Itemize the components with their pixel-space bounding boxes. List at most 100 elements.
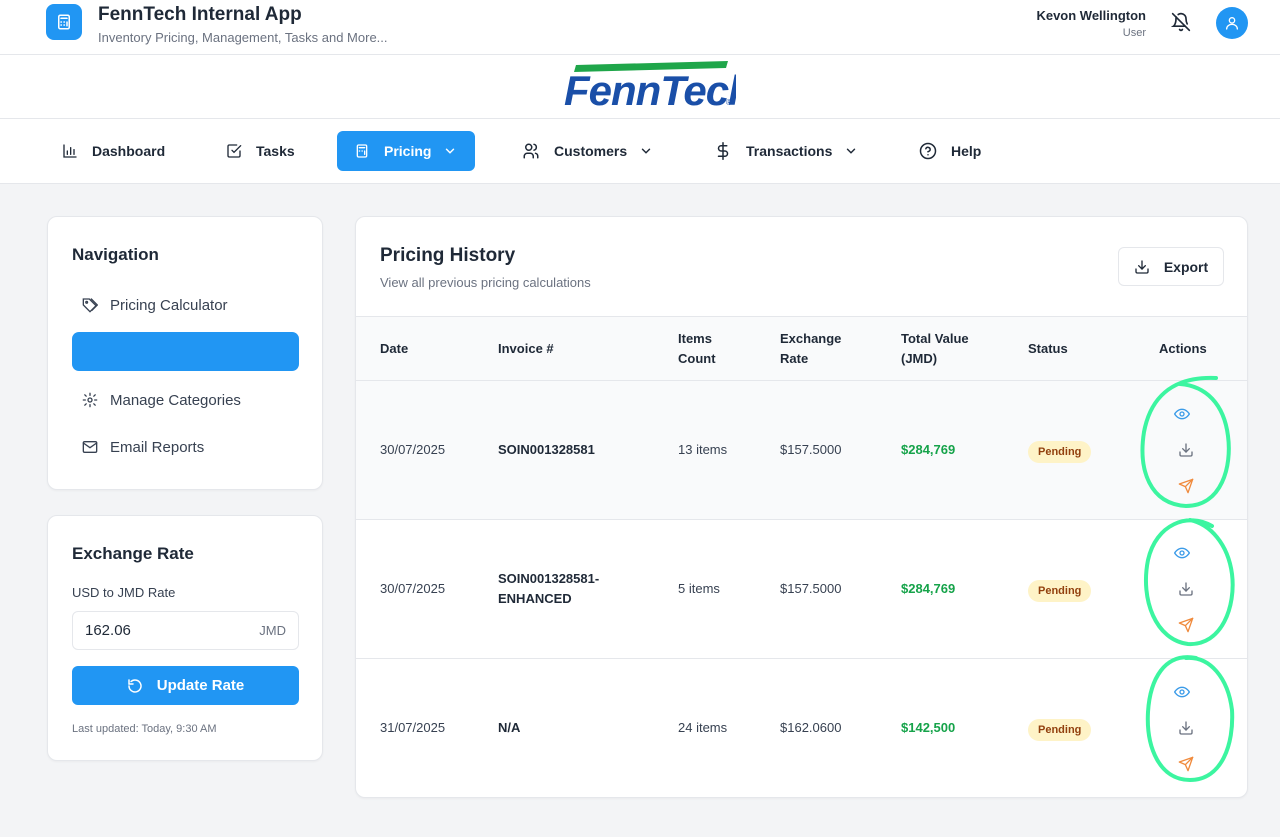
calculator-icon — [356, 144, 368, 158]
nav-transactions[interactable]: Transactions — [714, 131, 858, 171]
row-invoice: N/A — [498, 718, 520, 738]
app-subtitle: Inventory Pricing, Management, Tasks and… — [98, 30, 388, 45]
nav-pricing-label: Pricing — [384, 143, 432, 159]
sidebar-item-pricing-calculator[interactable]: Pricing Calculator — [82, 293, 228, 317]
last-updated: Last updated: Today, 9:30 AM — [72, 723, 217, 735]
sidebar-item-active[interactable] — [72, 332, 299, 371]
col-invoice: Invoice # — [498, 341, 554, 356]
user-role: User — [1122, 27, 1146, 39]
nav-customers-label: Customers — [554, 143, 628, 159]
rate-value: 162.06 — [85, 622, 131, 639]
row-items: 24 items — [678, 720, 728, 735]
table-header: Date Invoice # Items Count Exchange Rate… — [356, 316, 1247, 380]
nav-transactions-label: Transactions — [746, 143, 833, 159]
col-items-line2: Count — [678, 351, 716, 366]
row-date: 31/07/2025 — [380, 720, 446, 735]
sidebar-item-label: Email Reports — [110, 438, 205, 456]
col-items-line1: Items — [678, 331, 712, 346]
nav-dashboard-label: Dashboard — [92, 143, 166, 159]
history-title: Pricing History — [380, 245, 516, 266]
avatar[interactable] — [1216, 7, 1248, 39]
exchange-rate-card: Exchange Rate USD to JMD Rate 162.06 JMD… — [47, 515, 323, 761]
sidebar-item-label: Pricing Calculator — [110, 296, 228, 314]
dollar-icon — [717, 142, 729, 160]
eye-icon[interactable] — [1173, 544, 1191, 562]
help-circle-icon — [919, 142, 937, 160]
users-icon — [523, 143, 539, 159]
rate-input[interactable]: 162.06 JMD — [72, 611, 299, 650]
eye-icon[interactable] — [1173, 405, 1191, 423]
row-invoice-line1: SOIN001328581 — [498, 442, 595, 457]
col-items: Items Count — [678, 329, 716, 369]
row-rate: $157.5000 — [780, 442, 842, 457]
col-status: Status — [1028, 341, 1068, 356]
download-icon[interactable] — [1177, 580, 1195, 598]
table-row: 30/07/2025 SOIN001328581 13 items $157.5… — [356, 380, 1247, 519]
row-total: $284,769 — [901, 442, 956, 457]
col-date: Date — [380, 341, 409, 356]
send-icon[interactable] — [1177, 616, 1195, 634]
chevron-down-icon — [847, 148, 856, 154]
row-date: 30/07/2025 — [380, 581, 446, 596]
row-invoice-line1: N/A — [498, 720, 521, 735]
col-total-line1: Total Value — [901, 331, 969, 346]
eye-icon[interactable] — [1173, 683, 1191, 701]
row-rate: $157.5000 — [780, 581, 842, 596]
exchange-title: Exchange Rate — [72, 544, 194, 563]
export-button[interactable]: Export — [1118, 247, 1224, 286]
app-header: FennTech Internal App Inventory Pricing,… — [0, 0, 1280, 55]
update-rate-label: Update Rate — [156, 677, 245, 694]
row-items: 5 items — [678, 581, 720, 596]
nav-help[interactable]: Help — [919, 131, 981, 171]
history-subtitle: View all previous pricing calculations — [380, 275, 591, 290]
chevron-down-icon — [446, 148, 455, 154]
bell-off-icon[interactable] — [1170, 12, 1191, 32]
col-actions: Actions — [1159, 341, 1207, 356]
col-rate-line2: Rate — [780, 351, 809, 366]
main-nav: Dashboard Tasks Pricing Customers Transa… — [0, 119, 1280, 184]
download-icon[interactable] — [1177, 719, 1195, 737]
sidebar-item-email-reports[interactable]: Email Reports — [82, 435, 204, 459]
checkbox-icon — [227, 144, 242, 158]
status-badge: Pending — [1028, 719, 1092, 741]
nav-customers[interactable]: Customers — [522, 131, 653, 171]
sidebar-title: Navigation — [72, 245, 159, 264]
rate-label: USD to JMD Rate — [72, 585, 176, 600]
col-rate-line1: Exchange — [780, 331, 842, 346]
sidebar-item-manage-categories[interactable]: Manage Categories — [82, 388, 241, 412]
pricing-history-card: Pricing History View all previous pricin… — [355, 216, 1248, 798]
col-total-line2: (JMD) — [901, 351, 938, 366]
send-icon[interactable] — [1177, 477, 1195, 495]
nav-pricing[interactable]: Pricing — [337, 131, 475, 171]
calculator-icon — [46, 4, 82, 40]
col-rate: Exchange Rate — [780, 329, 841, 369]
status-badge: Pending — [1028, 580, 1092, 602]
row-date: 30/07/2025 — [380, 442, 446, 457]
rate-unit: JMD — [259, 623, 286, 638]
fenntech-logo: FennTech ® — [564, 61, 736, 111]
row-total: $142,500 — [901, 720, 956, 735]
col-total: Total Value (JMD) — [901, 329, 969, 369]
nav-tasks[interactable]: Tasks — [226, 131, 295, 171]
export-label: Export — [1163, 258, 1209, 275]
download-icon[interactable] — [1177, 441, 1195, 459]
nav-dashboard[interactable]: Dashboard — [62, 131, 165, 171]
sidebar-item-label: Manage Categories — [110, 391, 241, 409]
refresh-icon — [128, 678, 142, 693]
row-rate: $162.0600 — [780, 720, 842, 735]
registered-mark: ® — [726, 98, 732, 107]
table-row: 30/07/2025 SOIN001328581- ENHANCED 5 ite… — [356, 519, 1247, 658]
row-invoice: SOIN001328581- ENHANCED — [498, 569, 599, 609]
send-icon[interactable] — [1177, 755, 1195, 773]
user-name: Kevon Wellington — [1036, 8, 1146, 23]
row-invoice-line1: SOIN001328581- — [498, 571, 600, 586]
update-rate-button[interactable]: Update Rate — [72, 666, 299, 705]
nav-help-label: Help — [951, 143, 982, 159]
table-row: 31/07/2025 N/A 24 items $162.0600 $142,5… — [356, 658, 1247, 797]
row-total: $284,769 — [901, 581, 956, 596]
mail-icon — [82, 441, 98, 453]
chevron-down-icon — [641, 148, 651, 154]
sidebar-nav-card: Navigation Pricing Calculator Manage Cat… — [47, 216, 323, 490]
gear-icon — [82, 392, 98, 408]
logo-text: FennTech — [564, 67, 736, 111]
